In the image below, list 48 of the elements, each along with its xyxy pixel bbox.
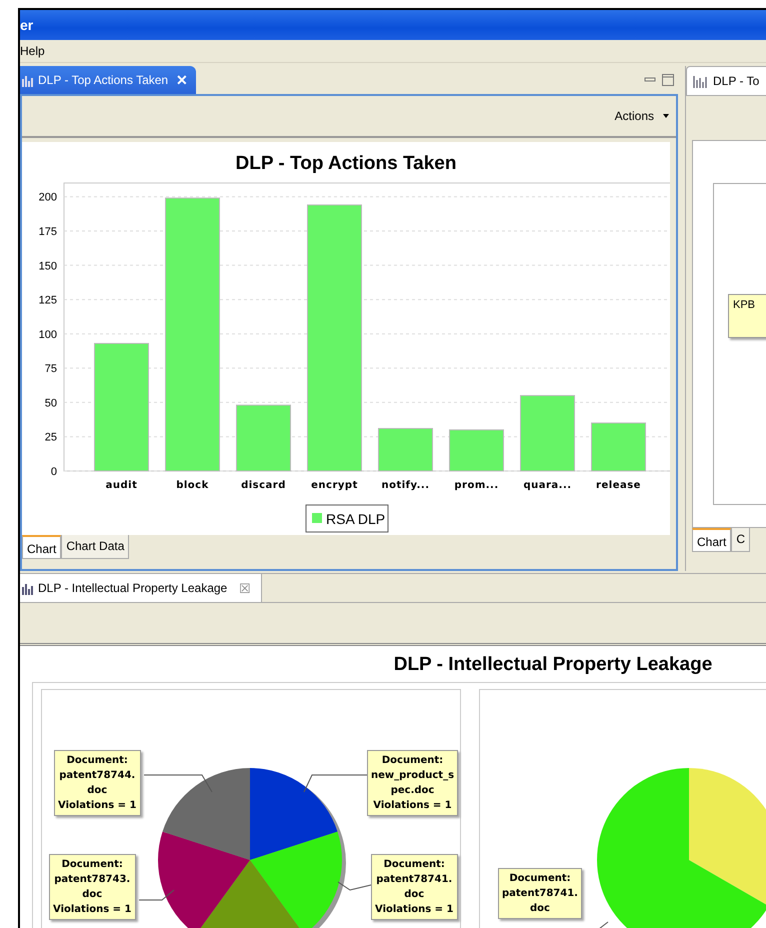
- close-icon[interactable]: ✕: [176, 72, 188, 88]
- legend: RSA DLP: [306, 504, 388, 532]
- y-tick-label: 25: [44, 432, 57, 444]
- maximize-icon[interactable]: [662, 74, 674, 86]
- leader-line: [144, 774, 212, 792]
- y-tick-label: 75: [44, 363, 57, 376]
- x-category-label: notify...: [381, 480, 430, 491]
- chart-view-tab[interactable]: Chart: [22, 535, 62, 559]
- y-tick-label: 50: [44, 397, 57, 410]
- x-category-label: audit: [106, 480, 138, 491]
- x-category-label: encrypt: [311, 480, 358, 491]
- x-category-label: block: [176, 480, 209, 491]
- bar-chart-icon: [22, 581, 34, 595]
- x-category-label: discard: [241, 480, 286, 491]
- menu-item[interactable]: Help: [20, 44, 45, 58]
- chart-view-tab[interactable]: C: [731, 528, 750, 552]
- leader-line: [138, 890, 174, 900]
- y-tick-label: 0: [50, 466, 57, 478]
- x-category-label: prom...: [454, 480, 499, 491]
- data-callout: Document: patent78741. doc: [498, 868, 582, 919]
- data-callout: Document: patent78741. doc Violations = 1: [371, 854, 458, 920]
- chart-title: DLP - Top Actions Taken: [236, 153, 456, 174]
- close-icon[interactable]: ☒: [239, 580, 252, 596]
- y-tick-label: 125: [38, 294, 57, 307]
- bar-chart-icon: [693, 74, 709, 88]
- chart-view-tab[interactable]: Chart Data: [61, 535, 130, 559]
- chart-title: DLP - Intellectual Property Leakage: [392, 654, 714, 677]
- data-callout: KPB: [728, 294, 766, 338]
- chart-view-tab[interactable]: Chart: [692, 528, 732, 552]
- caret-icon: [662, 113, 670, 119]
- y-tick-label: 100: [38, 328, 57, 341]
- data-callout: Document: patent78743. doc Violations = 1: [49, 854, 136, 920]
- x-category-label: quara...: [523, 480, 572, 491]
- view-tab[interactable]: DLP - Top Actions Taken ✕: [20, 66, 196, 94]
- bar-chart-icon: [22, 73, 34, 87]
- view-tab[interactable]: DLP - Intellectual Property Leakage ☒: [20, 574, 262, 602]
- y-tick-label: 150: [38, 260, 57, 272]
- x-category-label: release: [596, 480, 641, 491]
- data-callout: Document: patent78744. doc Violations = 1: [54, 750, 140, 816]
- leader-line: [304, 774, 368, 792]
- y-tick-label: 200: [38, 192, 57, 204]
- data-callout: Document: new_product_s pec.doc Violations = 1: [367, 750, 458, 816]
- legend-label: RSA DLP: [326, 511, 386, 527]
- view-tab[interactable]: DLP - To: [686, 66, 766, 96]
- leader-line: [338, 882, 372, 891]
- window-title: er: [20, 17, 34, 33]
- actions-menu-button[interactable]: Actions: [608, 107, 676, 125]
- y-tick-label: 175: [38, 226, 57, 238]
